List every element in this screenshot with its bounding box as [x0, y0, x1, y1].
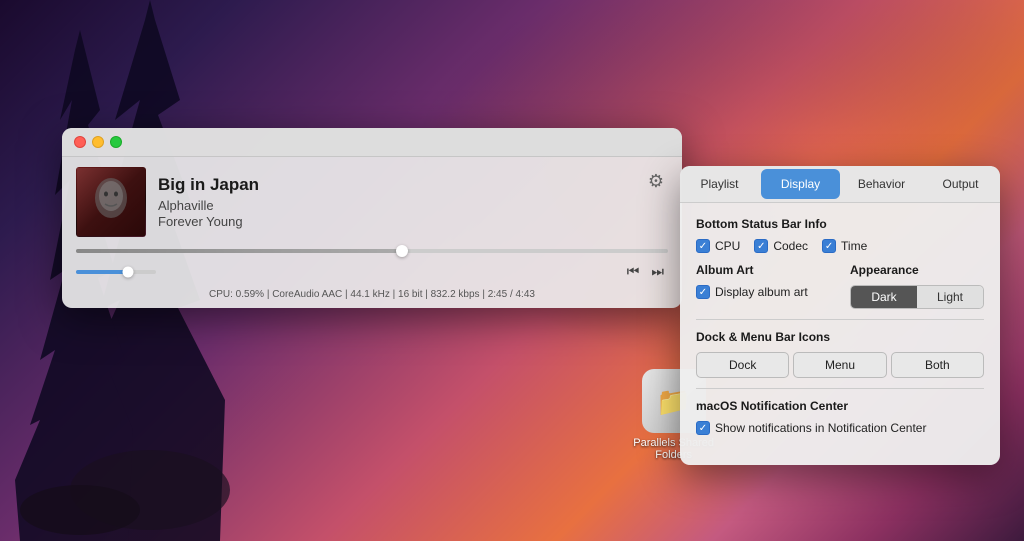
dark-button[interactable]: Dark [851, 286, 917, 308]
album-art-image [76, 167, 146, 237]
progress-area[interactable] [62, 243, 682, 257]
cpu-label: CPU [715, 239, 740, 253]
dock-button[interactable]: Dock [696, 352, 789, 378]
codec-checkbox-item[interactable]: ✓ Codec [754, 239, 808, 253]
both-button[interactable]: Both [891, 352, 984, 378]
track-album: Forever Young [158, 214, 632, 229]
track-info: Big in Japan Alphaville Forever Young [158, 175, 632, 228]
menu-button[interactable]: Menu [793, 352, 886, 378]
time-checkbox[interactable]: ✓ [822, 239, 836, 253]
notification-checkbox[interactable]: ✓ [696, 421, 710, 435]
codec-label: Codec [773, 239, 808, 253]
divider-2 [696, 388, 984, 389]
dock-buttons: Dock Menu Both [696, 352, 984, 378]
time-label: Time [841, 239, 867, 253]
volume-slider[interactable] [76, 270, 156, 274]
tab-output[interactable]: Output [921, 166, 1000, 202]
notification-checkbox-item[interactable]: ✓ Show notifications in Notification Cen… [696, 421, 984, 435]
close-button[interactable] [74, 136, 86, 148]
traffic-lights [74, 136, 122, 148]
light-button[interactable]: Light [917, 286, 983, 308]
progress-fill [76, 249, 402, 253]
album-art-section: Album Art ✓ Display album art [696, 263, 830, 309]
track-title: Big in Japan [158, 175, 632, 195]
progress-thumb[interactable] [396, 245, 408, 257]
tab-display[interactable]: Display [761, 169, 840, 199]
tab-behavior[interactable]: Behavior [842, 166, 921, 202]
notification-label: Show notifications in Notification Cente… [715, 421, 926, 435]
status-bar: CPU: 0.59% | CoreAudio AAC | 44.1 kHz | … [62, 286, 682, 308]
minimize-button[interactable] [92, 136, 104, 148]
codec-checkbox[interactable]: ✓ [754, 239, 768, 253]
track-artist: Alphaville [158, 198, 632, 213]
display-album-art-checkbox[interactable]: ✓ [696, 285, 710, 299]
settings-tabs: Playlist Display Behavior Output [680, 166, 1000, 203]
album-appearance-row: Album Art ✓ Display album art Appearance… [696, 263, 984, 309]
volume-thumb[interactable] [123, 266, 134, 277]
settings-body: Bottom Status Bar Info ✓ CPU ✓ Codec ✓ T… [680, 203, 1000, 449]
tab-playlist[interactable]: Playlist [680, 166, 759, 202]
next-button[interactable]: ⏭ [647, 261, 668, 282]
player-content: Big in Japan Alphaville Forever Young ⚙ [62, 157, 682, 243]
volume-fill [76, 270, 128, 274]
display-album-art-label: Display album art [715, 285, 808, 299]
divider-1 [696, 319, 984, 320]
time-checkbox-item[interactable]: ✓ Time [822, 239, 867, 253]
player-window: Big in Japan Alphaville Forever Young ⚙ … [62, 128, 682, 308]
settings-panel: Playlist Display Behavior Output Bottom … [680, 166, 1000, 465]
prev-button[interactable]: ⏮ [623, 261, 644, 282]
cpu-checkbox[interactable]: ✓ [696, 239, 710, 253]
album-art [76, 167, 146, 237]
status-bar-checkboxes: ✓ CPU ✓ Codec ✓ Time [696, 239, 984, 253]
bottom-status-bar-title: Bottom Status Bar Info [696, 217, 984, 231]
progress-track[interactable] [76, 249, 668, 253]
notification-title: macOS Notification Center [696, 399, 984, 413]
maximize-button[interactable] [110, 136, 122, 148]
dock-menu-bar-title: Dock & Menu Bar Icons [696, 330, 984, 344]
appearance-toggle: Dark Light [850, 285, 984, 309]
gear-button[interactable]: ⚙ [644, 169, 668, 193]
appearance-section: Appearance Dark Light [850, 263, 984, 309]
controls-row: ⏮ ⏭ [62, 257, 682, 286]
album-art-title: Album Art [696, 263, 830, 277]
display-album-art-item[interactable]: ✓ Display album art [696, 285, 830, 299]
title-bar [62, 128, 682, 157]
appearance-title: Appearance [850, 263, 984, 277]
cpu-checkbox-item[interactable]: ✓ CPU [696, 239, 740, 253]
